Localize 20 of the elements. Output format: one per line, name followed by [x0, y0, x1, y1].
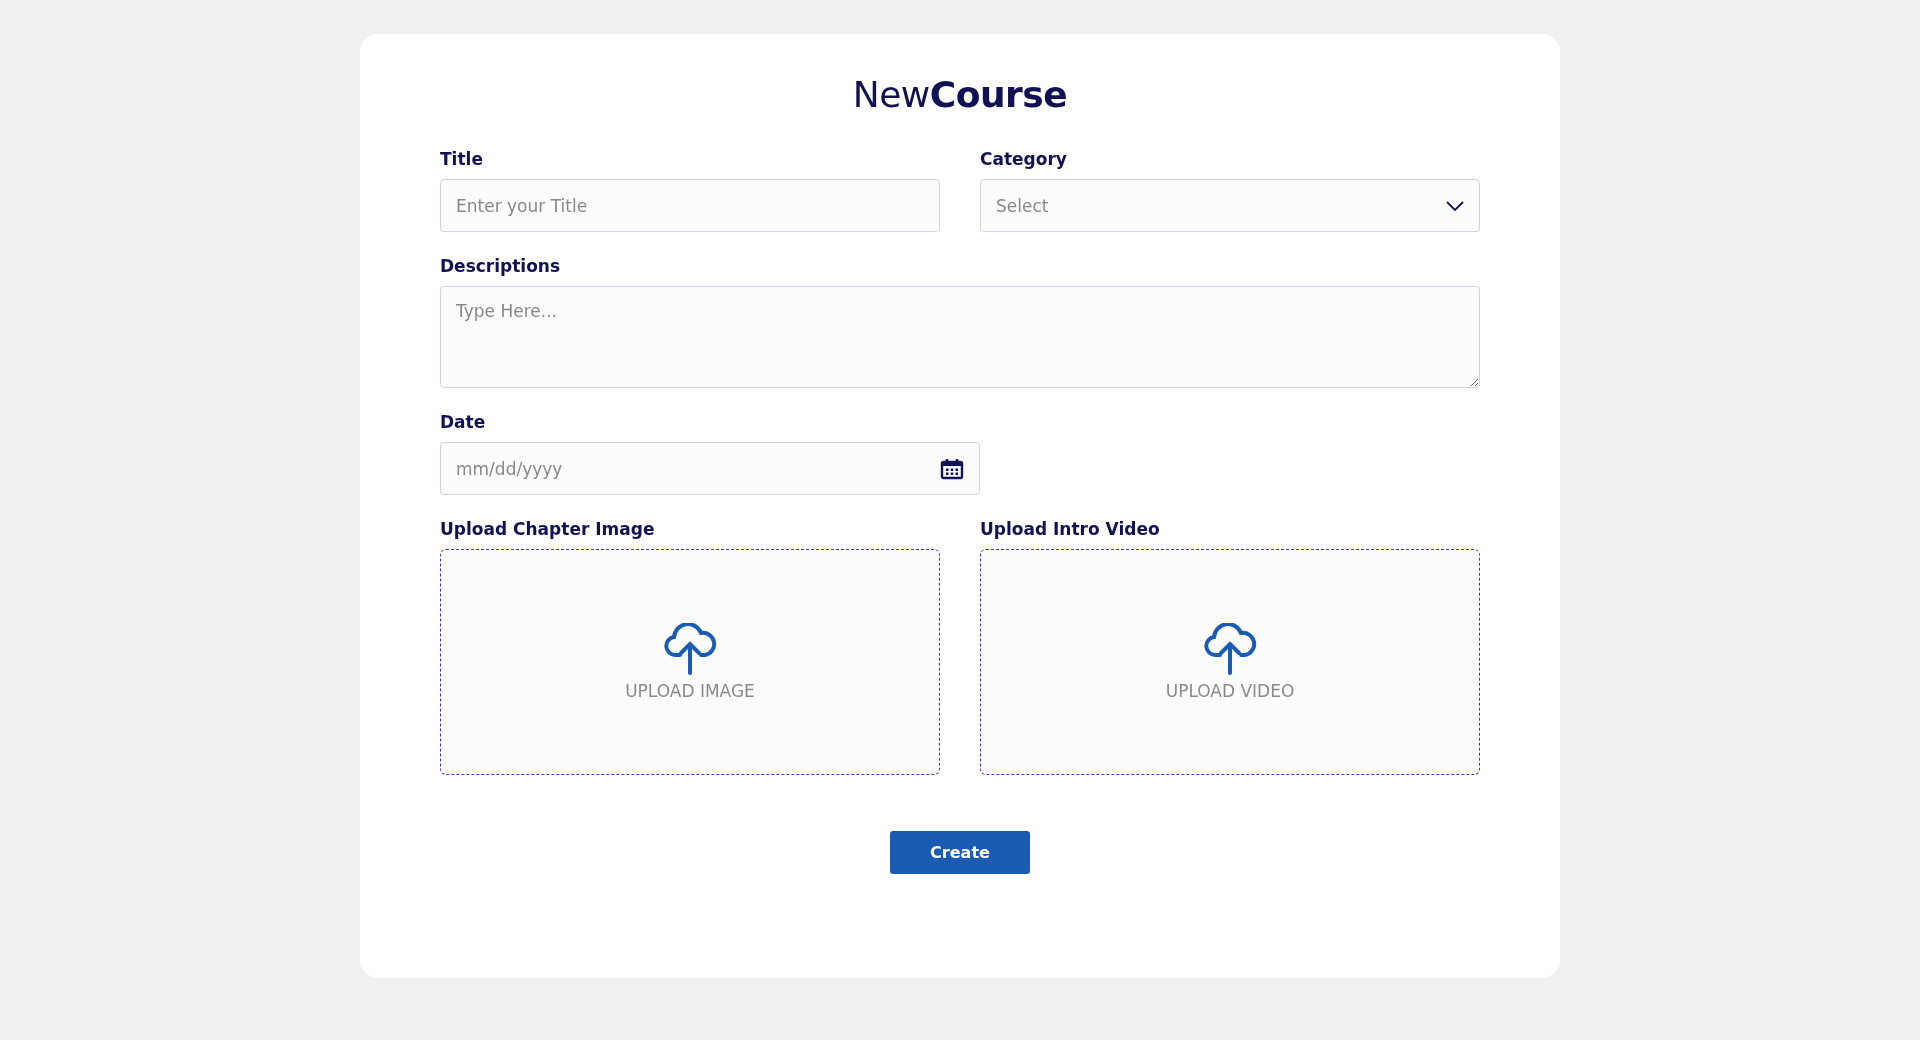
field-label: Date: [440, 412, 487, 432]
title-input[interactable]: Enter your Title: [440, 179, 940, 232]
field-label: Category: [980, 149, 1068, 169]
date-input[interactable]: mm/dd/yyyy: [440, 442, 980, 495]
page-heading: NewCourse: [851, 74, 1069, 115]
upload-label: UPLOAD IMAGE: [625, 681, 755, 701]
description-textarea[interactable]: Type Here...: [440, 286, 1480, 388]
cloud-upload-icon: [663, 623, 717, 675]
calendar-icon[interactable]: [940, 457, 964, 480]
chevron-down-icon: [1446, 200, 1464, 211]
upload-dropzone[interactable]: UPLOAD IMAGE: [440, 549, 940, 775]
field-label: Descriptions: [440, 256, 562, 276]
field-label: Upload Intro Video: [980, 519, 1161, 539]
upload-label: UPLOAD VIDEO: [1165, 681, 1295, 701]
field-label: Upload Chapter Image: [440, 519, 656, 539]
upload-dropzone[interactable]: UPLOAD VIDEO: [980, 549, 1480, 775]
cloud-upload-icon: [1203, 623, 1257, 675]
category-select[interactable]: Select: [980, 179, 1480, 232]
create-button[interactable]: Create: [890, 831, 1030, 874]
field-label: Title: [440, 149, 484, 169]
